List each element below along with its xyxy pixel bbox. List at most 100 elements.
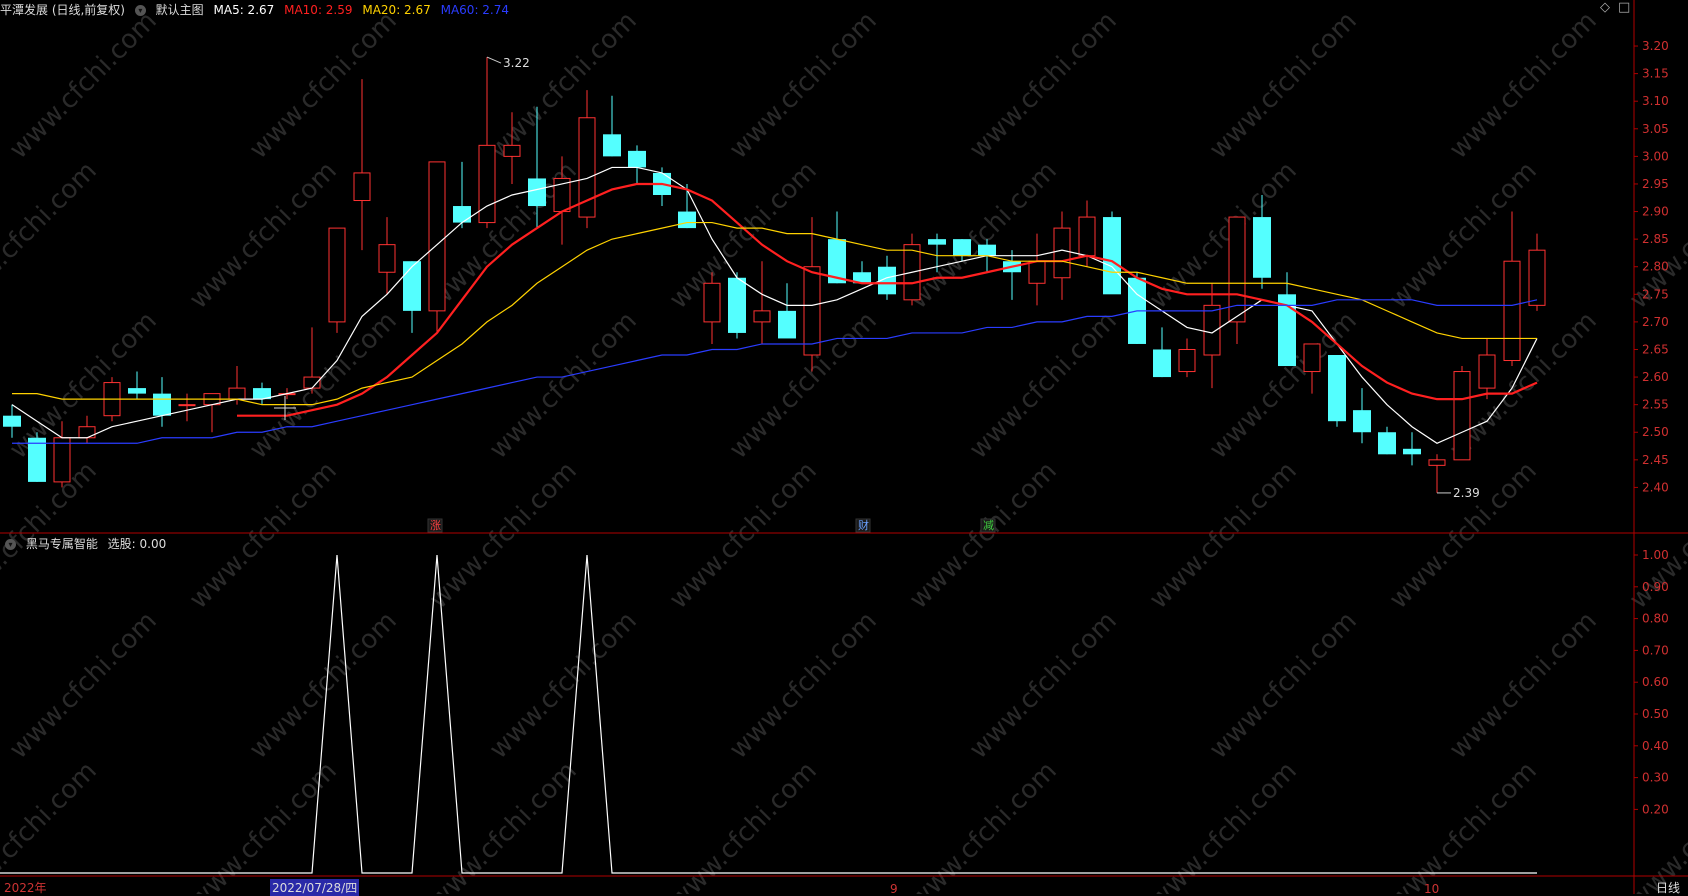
price-tick-label: 2.65 (1642, 342, 1669, 356)
indicator-name[interactable]: 黑马专属智能 (26, 537, 98, 551)
watermark-text: www.cfchi.com (1204, 6, 1363, 165)
ma10-label: MA10: 2.59 (284, 3, 353, 17)
price-tick-label: 2.70 (1642, 315, 1669, 329)
candle-body-up (428, 161, 446, 312)
price-tick-label: 2.60 (1642, 370, 1669, 384)
watermark-text: www.cfchi.com (184, 156, 343, 315)
event-tag: 涨 (430, 519, 441, 532)
watermark-text: www.cfchi.com (1144, 456, 1303, 615)
stock-chart[interactable]: www.cfchi.com www.cfchi.com www.cfchi.com w… (0, 0, 1688, 894)
candle-body-down (603, 134, 621, 157)
indicator-tick-label: 0.20 (1642, 802, 1669, 816)
watermark-text: www.cfchi.com (484, 606, 643, 765)
watermark-text: www.cfchi.com (724, 606, 883, 765)
candle-body-down (28, 437, 46, 482)
candle-body-up (228, 387, 246, 400)
price-tick-label: 3.05 (1642, 122, 1669, 136)
ma20-label: MA20: 2.67 (362, 3, 431, 17)
candle-body-up (178, 404, 196, 407)
candle-body-down (1328, 355, 1346, 422)
candle-body-down (153, 393, 171, 416)
watermark-text: www.cfchi.com (664, 456, 823, 615)
candle-body-up (328, 227, 346, 323)
watermark-text: www.cfchi.com (724, 6, 883, 165)
watermark-layer: www.cfchi.com www.cfchi.com www.cfchi.com w… (0, 6, 1688, 894)
candle-body-up (503, 144, 521, 157)
price-tick-label: 2.90 (1642, 205, 1669, 219)
watermark-text: www.cfchi.com (1384, 456, 1543, 615)
price-tick-label: 3.15 (1642, 67, 1669, 81)
candle-body-up (478, 144, 496, 224)
price-tick-label: 2.40 (1642, 480, 1669, 494)
watermark-text: www.cfchi.com (1204, 606, 1363, 765)
candle-body-down (728, 277, 746, 333)
candle-body-up (78, 426, 96, 439)
candle-body-down (403, 261, 421, 311)
candle-body-up (1428, 459, 1446, 466)
watermark-text: www.cfchi.com (964, 606, 1123, 765)
price-tick-label: 2.85 (1642, 232, 1669, 246)
candle-body-down (1378, 432, 1396, 455)
indicator-header: ▾ 黑马专属智能 选股: 0.00 (5, 535, 172, 552)
candle-body-down (453, 206, 471, 223)
price-tick-label: 2.55 (1642, 398, 1669, 412)
candle-body-up (1478, 354, 1496, 389)
watermark-text: www.cfchi.com (1444, 6, 1603, 165)
x-label-year: 2022年 (4, 881, 47, 895)
diamond-icon[interactable]: ◇ (1600, 0, 1610, 15)
indicator-tick-label: 0.50 (1642, 707, 1669, 721)
candle-body-down (1103, 217, 1121, 295)
candle-body-up (1053, 227, 1071, 279)
candle-body-up (1203, 304, 1221, 356)
high-marker-line (486, 56, 502, 64)
watermark-text: www.cfchi.com (244, 306, 403, 465)
candle-body-down (3, 415, 21, 427)
watermark-text: www.cfchi.com (1684, 606, 1688, 765)
watermark-text: www.cfchi.com (4, 6, 163, 165)
indicator-tick-label: 0.80 (1642, 612, 1669, 626)
price-tick-label: 2.50 (1642, 425, 1669, 439)
candle-body-up (353, 172, 371, 202)
high-marker-label: 3.22 (503, 56, 530, 70)
candle-body-down (1353, 410, 1371, 433)
candle-body-down (1253, 217, 1271, 278)
watermark-text: www.cfchi.com (184, 456, 343, 615)
candle-body-down (128, 388, 146, 394)
indicator-tick-label: 0.70 (1642, 643, 1669, 657)
price-tick-label: 2.45 (1642, 453, 1669, 467)
candle-body-down (628, 150, 646, 168)
candle-body-down (953, 239, 971, 256)
watermark-text: www.cfchi.com (964, 6, 1123, 165)
candle-body-up (1178, 348, 1196, 373)
candle-body-down (1403, 448, 1421, 455)
candle-body-up (1453, 371, 1471, 461)
watermark-text: www.cfchi.com (0, 156, 103, 315)
candle-body-up (1028, 260, 1046, 284)
candle-body-down (1153, 349, 1171, 378)
watermark-text: www.cfchi.com (904, 456, 1063, 615)
main-chart-label[interactable]: 默认主图 (156, 3, 204, 17)
candle-body-up (703, 282, 721, 323)
watermark-text: www.cfchi.com (244, 606, 403, 765)
candle-body-down (778, 310, 796, 339)
candle-body-up (753, 310, 771, 323)
low-marker-label: 2.39 (1453, 486, 1480, 500)
watermark-text: www.cfchi.com (424, 456, 583, 615)
candle-body-up (1528, 249, 1546, 306)
indicator-tick-label: 0.30 (1642, 771, 1669, 785)
candle-body-up (1503, 260, 1521, 362)
indicator-tick-label: 1.00 (1642, 548, 1669, 562)
watermark-text: www.cfchi.com (1684, 306, 1688, 465)
ma60-label: MA60: 2.74 (440, 3, 510, 17)
ma5-label: MA5: 2.67 (213, 3, 275, 17)
watermark-text: www.cfchi.com (724, 306, 883, 465)
settings-dot-icon[interactable]: ▾ (134, 5, 146, 16)
candle-body-up (1078, 216, 1096, 257)
stock-label[interactable]: 平潭发展 (日线,前复权) (0, 3, 125, 17)
period-label[interactable]: 日线 (1656, 879, 1680, 896)
square-icon[interactable]: □ (1618, 0, 1630, 15)
price-tick-label: 3.20 (1642, 39, 1669, 53)
watermark-text: www.cfchi.com (904, 156, 1063, 315)
price-tick-label: 2.95 (1642, 177, 1669, 191)
indicator-settings-icon[interactable]: ▾ (5, 539, 16, 550)
